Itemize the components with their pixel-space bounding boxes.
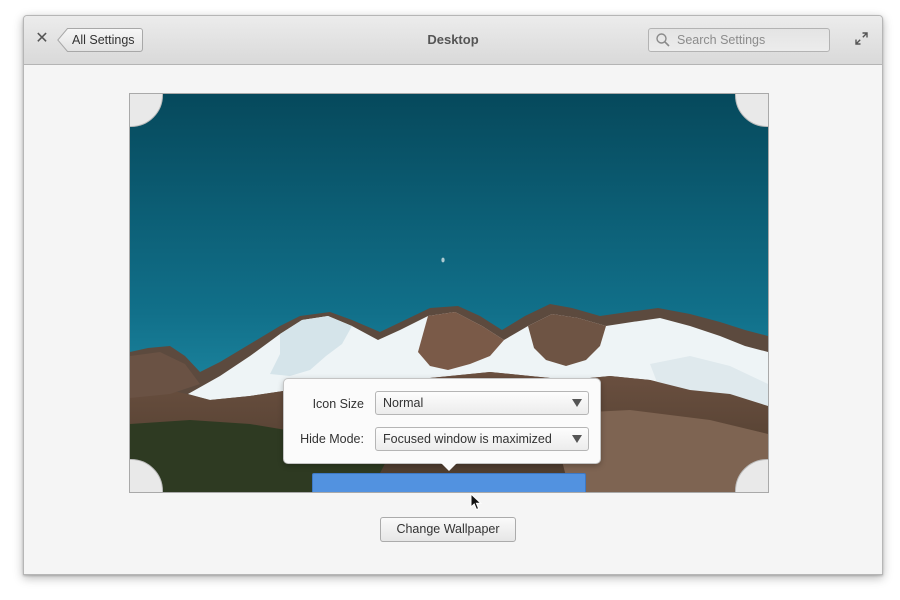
dock-preview[interactable] (312, 473, 586, 492)
search-input[interactable] (677, 29, 825, 51)
dock-settings-popover: Icon Size Normal Hide Mode: Focused wind… (283, 378, 601, 464)
chevron-down-icon (572, 435, 582, 443)
search-icon (656, 33, 670, 47)
hide-mode-dropdown[interactable]: Focused window is maximized (375, 427, 589, 451)
icon-size-dropdown[interactable]: Normal (375, 391, 589, 415)
popover-arrow (440, 462, 458, 471)
cursor-icon (470, 493, 482, 511)
icon-size-label: Icon Size (312, 397, 364, 411)
hide-mode-value: Focused window is maximized (383, 432, 552, 446)
settings-window: ✕ All Settings Desktop Search Settings I… (23, 15, 883, 575)
hide-mode-label: Hide Mode: (300, 432, 364, 446)
maximize-icon[interactable] (855, 32, 868, 45)
search-field[interactable] (648, 28, 830, 52)
chevron-down-icon (572, 399, 582, 407)
header-bar: ✕ All Settings Desktop (24, 16, 882, 65)
icon-size-value: Normal (383, 396, 424, 410)
change-wallpaper-button[interactable]: Change Wallpaper (380, 517, 516, 542)
